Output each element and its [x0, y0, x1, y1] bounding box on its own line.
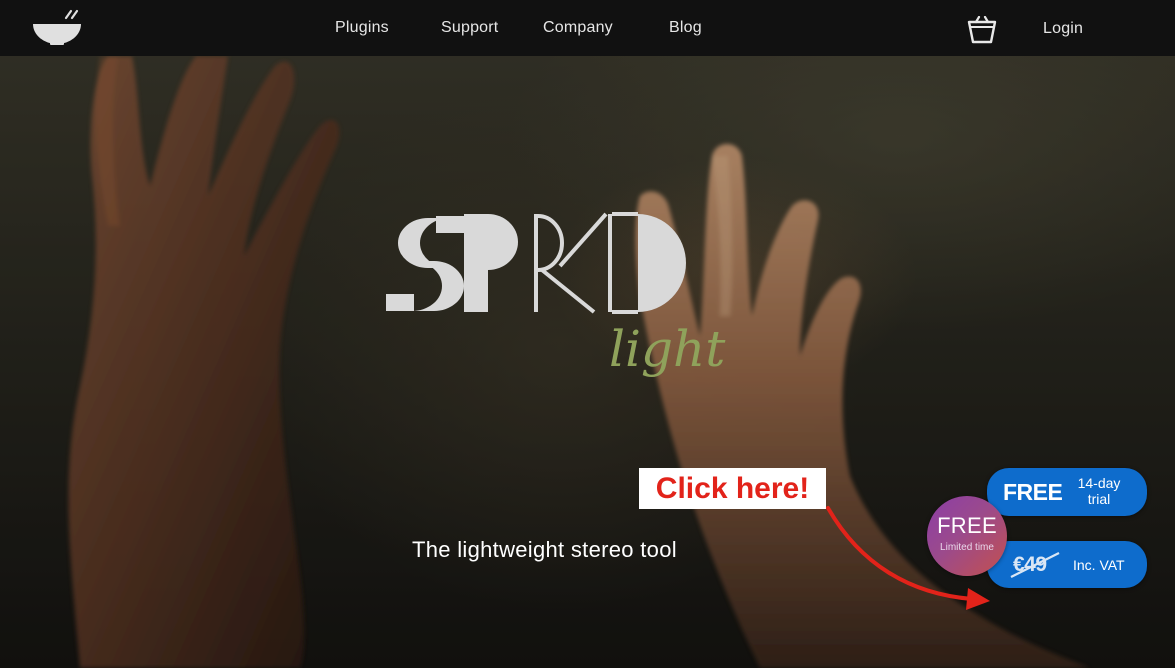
badge-title: FREE — [937, 513, 997, 538]
bowl-logo-icon[interactable] — [30, 9, 84, 47]
trial-button-sub-label: 14-day trial — [1077, 475, 1121, 507]
nav-link-company[interactable]: Company — [543, 19, 613, 37]
logo-variant-text: light — [609, 320, 726, 378]
free-limited-time-badge: FREE Limited time — [927, 496, 1007, 576]
nav-link-support[interactable]: Support — [441, 19, 498, 37]
nav-link-plugins[interactable]: Plugins — [335, 19, 389, 37]
free-trial-button[interactable]: FREE 14-day trial — [987, 468, 1147, 516]
vat-label: Inc. VAT — [1073, 557, 1125, 573]
login-link[interactable]: Login — [1043, 20, 1083, 38]
nav-link-blog[interactable]: Blog — [669, 19, 702, 37]
click-here-callout: Click here! — [639, 468, 826, 509]
trial-button-main-label: FREE — [1003, 479, 1063, 505]
hero-section: light The lightweight stereo tool Click … — [0, 56, 1175, 668]
sprd-light-logo: light — [386, 212, 726, 378]
hero-tagline: The lightweight stereo tool — [412, 537, 677, 562]
strikethrough-icon — [1010, 552, 1060, 578]
cart-icon[interactable] — [966, 16, 998, 44]
badge-subtitle: Limited time — [940, 542, 994, 553]
buy-button[interactable]: €49 Inc. VAT — [987, 541, 1147, 588]
top-navigation-bar: Plugins Support Company Blog Login — [0, 0, 1175, 56]
